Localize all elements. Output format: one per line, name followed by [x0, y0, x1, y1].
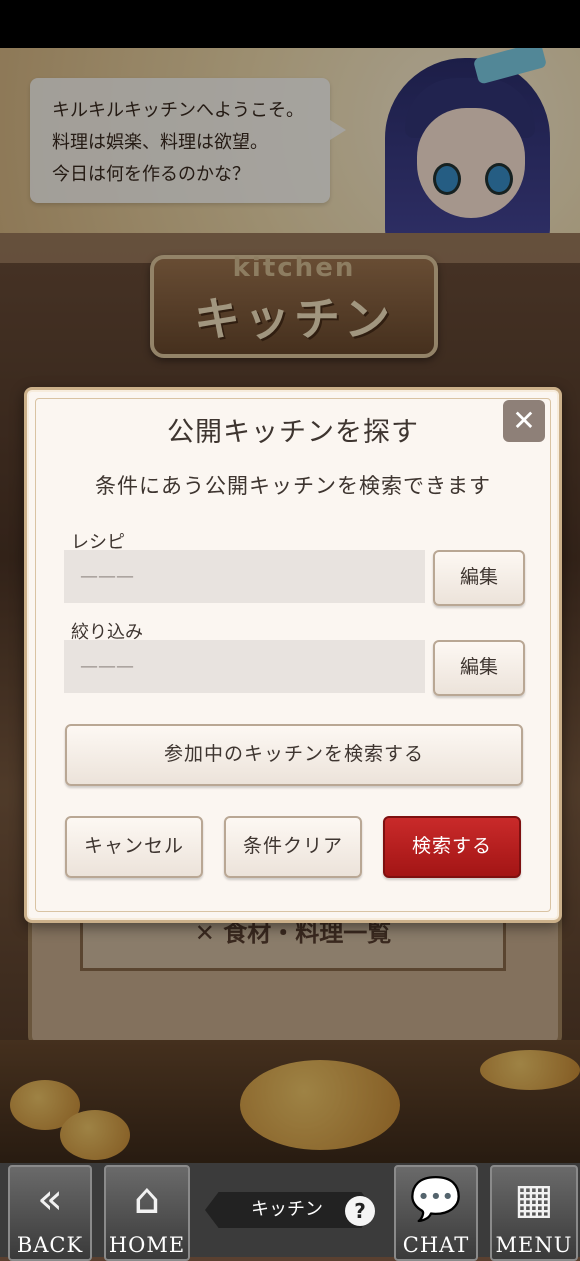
help-icon[interactable]: ? — [345, 1196, 375, 1226]
back-label: BACK — [16, 1233, 84, 1257]
dialog-description: 条件にあう公開キッチンを検索できます — [95, 474, 491, 498]
grid-icon: ▦ — [514, 1174, 554, 1223]
close-button[interactable]: ✕ — [503, 400, 545, 442]
home-label: HOME — [108, 1233, 186, 1257]
recipe-field[interactable]: ——— — [64, 550, 425, 603]
close-icon: ✕ — [512, 404, 536, 437]
search-kitchen-dialog: 公開キッチンを探す ✕ 条件にあう公開キッチンを検索できます レシピ ——— 編… — [24, 387, 562, 923]
speech-bubble-icon: 💬 — [409, 1174, 463, 1223]
double-chevron-left-icon: « — [37, 1174, 63, 1223]
chat-button[interactable]: 💬 CHAT — [394, 1165, 478, 1261]
cancel-button[interactable]: キャンセル — [65, 816, 203, 878]
home-button[interactable]: ⌂ HOME — [104, 1165, 190, 1261]
menu-label: MENU — [495, 1233, 573, 1257]
house-icon: ⌂ — [133, 1174, 161, 1223]
clear-conditions-button[interactable]: 条件クリア — [224, 816, 362, 878]
filter-edit-button[interactable]: 編集 — [433, 640, 525, 696]
search-button[interactable]: 検索する — [383, 816, 521, 878]
dialog-title: 公開キッチンを探す — [167, 417, 419, 448]
filter-field[interactable]: ——— — [64, 640, 425, 693]
back-button[interactable]: « BACK — [8, 1165, 92, 1261]
menu-button[interactable]: ▦ MENU — [490, 1165, 578, 1261]
recipe-edit-button[interactable]: 編集 — [433, 550, 525, 606]
chat-label: CHAT — [402, 1233, 470, 1257]
search-joined-kitchens-button[interactable]: 参加中のキッチンを検索する — [65, 724, 523, 786]
